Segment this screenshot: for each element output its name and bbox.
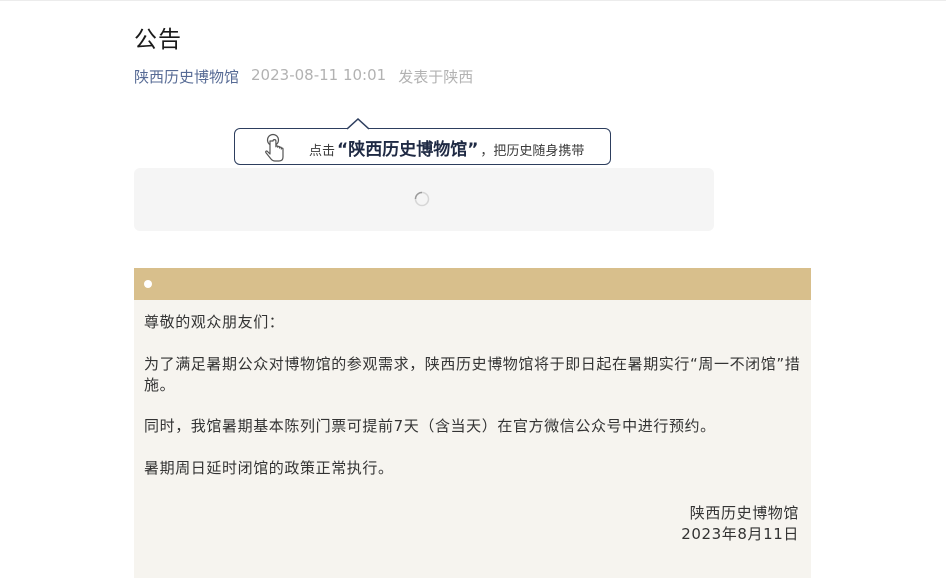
card-pointer <box>347 118 369 130</box>
author-link[interactable]: 陕西历史博物馆 <box>134 66 239 87</box>
follow-suffix: ，把历史随身携带 <box>480 144 585 159</box>
loading-placeholder <box>134 168 714 231</box>
page-title: 公告 <box>134 27 182 53</box>
tap-hand-icon <box>263 133 289 163</box>
notice-header-bar <box>134 268 811 300</box>
signature-date: 2023年8月11日 <box>681 525 799 543</box>
follow-account-card[interactable]: 点击 “陕西历史博物馆” ，把历史随身携带 <box>234 118 611 165</box>
top-divider <box>0 0 946 1</box>
notice-paragraph: 为了满足暑期公众对博物馆的参观需求，陕西历史博物馆将于即日起在暑期实行“周一不闭… <box>144 355 801 394</box>
bullet-dot-icon <box>144 280 152 288</box>
notice-paragraph: 暑期周日延时闭馆的政策正常执行。 <box>144 459 394 477</box>
notice-signature-block: 陕西历史博物馆 2023年8月11日 <box>681 503 799 545</box>
follow-card-text: 点击 “陕西历史博物馆” ，把历史随身携带 <box>309 135 584 160</box>
article-meta: 陕西历史博物馆 2023-08-11 10:01 发表于陕西 <box>134 66 473 87</box>
greeting: 尊敬的观众朋友们： <box>144 313 285 331</box>
loading-spinner-icon <box>414 191 430 207</box>
notice-paragraph: 同时，我馆暑期基本陈列门票可提前7天（含当天）在官方微信公众号中进行预约。 <box>144 417 716 435</box>
account-name: “陕西历史博物馆” <box>337 140 479 160</box>
publish-location: 发表于陕西 <box>398 68 474 86</box>
notice-section: 尊敬的观众朋友们： 为了满足暑期公众对博物馆的参观需求，陕西历史博物馆将于即日起… <box>134 268 811 578</box>
signature-name: 陕西历史博物馆 <box>689 504 799 522</box>
follow-prefix: 点击 <box>309 144 336 159</box>
publish-date: 2023-08-11 10:01 <box>251 66 387 84</box>
